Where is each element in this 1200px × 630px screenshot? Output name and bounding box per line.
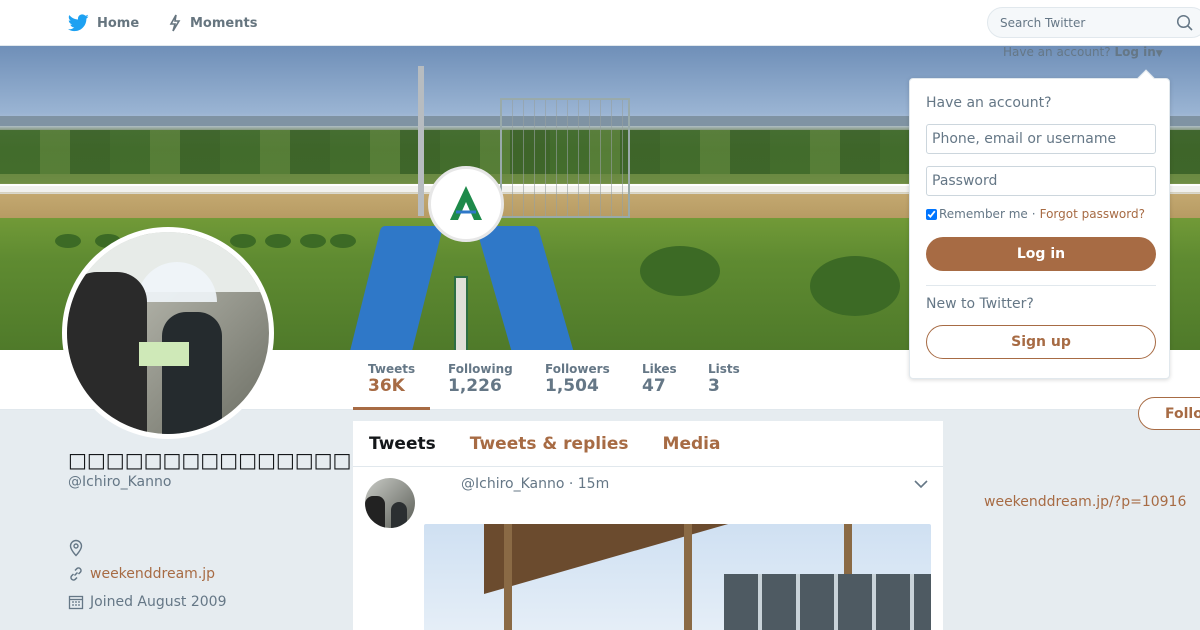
stat-lists[interactable]: Lists 3 — [708, 350, 740, 410]
stat-tweets[interactable]: Tweets 36K — [353, 350, 431, 410]
stat-label: Followers — [545, 362, 610, 376]
login-title: Have an account? — [926, 95, 1052, 111]
nav-moments[interactable]: Moments — [168, 0, 257, 46]
tab-tweets[interactable]: Tweets — [369, 434, 436, 454]
search-icon[interactable] — [1176, 14, 1194, 32]
location-pin-icon — [69, 539, 83, 557]
website-row: weekenddream.jp — [68, 564, 215, 584]
profile-handle[interactable]: @Ichiro_Kanno — [68, 474, 171, 490]
login-dropdown: Have an account? Remember me · Forgot pa… — [909, 69, 1170, 379]
follow-button[interactable]: Follo — [1138, 397, 1200, 430]
have-account-hint: Have an account? Log in▼ — [1003, 45, 1163, 59]
stat-value: 47 — [642, 376, 666, 396]
username-field[interactable] — [926, 124, 1156, 154]
stat-likes[interactable]: Likes 47 — [642, 350, 677, 410]
timeline: Tweets Tweets & replies Media @Ichiro_Ka… — [353, 421, 943, 630]
joined-row: Joined August 2009 — [68, 592, 226, 612]
search-input[interactable] — [1000, 8, 1170, 37]
remember-row: Remember me · Forgot password? — [926, 207, 1145, 221]
signup-button[interactable]: Sign up — [926, 325, 1156, 359]
stat-value: 36K — [368, 376, 405, 396]
stat-label: Likes — [642, 362, 677, 376]
divider — [926, 285, 1156, 286]
tweet-avatar[interactable] — [365, 478, 415, 528]
racecourse-logo — [428, 166, 504, 242]
caret-down-icon[interactable]: ▼ — [1156, 49, 1163, 59]
website-link[interactable]: weekenddream.jp — [90, 566, 215, 582]
tab-tweets-replies[interactable]: Tweets & replies — [470, 434, 629, 454]
twitter-bird-icon — [68, 14, 89, 32]
password-field[interactable] — [926, 166, 1156, 196]
stat-label: Lists — [708, 362, 740, 376]
stat-value: 3 — [708, 376, 720, 396]
have-account-text: Have an account? — [1003, 45, 1111, 59]
nav-moments-label: Moments — [190, 15, 258, 31]
separator-dot: · — [1031, 207, 1036, 221]
search-box — [987, 7, 1200, 38]
sidebar-link[interactable]: weekenddream.jp/?p=10916 — [984, 494, 1186, 510]
remember-checkbox[interactable] — [926, 208, 937, 220]
avatar[interactable] — [62, 227, 274, 439]
nav-home[interactable]: Home — [68, 0, 139, 46]
stat-following[interactable]: Following 1,226 — [448, 350, 513, 410]
login-button[interactable]: Log in — [926, 237, 1156, 271]
top-navigation: Home Moments — [0, 0, 1200, 46]
login-dropdown-toggle[interactable]: Log in — [1114, 45, 1155, 59]
chevron-down-icon[interactable] — [913, 478, 929, 490]
stat-label: Tweets — [368, 362, 416, 376]
stat-label: Following — [448, 362, 513, 376]
stat-value: 1,226 — [448, 376, 502, 396]
stat-value: 1,504 — [545, 376, 599, 396]
stat-followers[interactable]: Followers 1,504 — [545, 350, 610, 410]
lightning-icon — [169, 14, 181, 32]
nav-home-label: Home — [97, 15, 140, 31]
tab-media[interactable]: Media — [663, 434, 721, 454]
forgot-password-link[interactable]: Forgot password? — [1040, 207, 1145, 221]
new-to-twitter: New to Twitter? — [926, 296, 1034, 312]
tweet-media-image[interactable] — [424, 524, 931, 630]
calendar-icon — [68, 595, 84, 610]
remember-label[interactable]: Remember me — [939, 207, 1028, 221]
link-icon — [70, 567, 82, 581]
timeline-tabs: Tweets Tweets & replies Media — [353, 421, 943, 467]
location-row — [68, 538, 90, 558]
tweet-header[interactable]: @Ichiro_Kanno · 15m — [461, 476, 609, 492]
joined-date: Joined August 2009 — [90, 594, 227, 610]
